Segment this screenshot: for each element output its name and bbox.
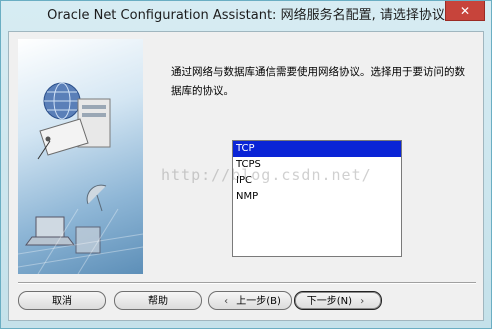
separator	[18, 282, 476, 284]
network-server-illustration	[18, 39, 143, 274]
cancel-label: 取消	[52, 296, 72, 307]
illustration-svg	[18, 82, 143, 274]
help-label: 帮助	[148, 296, 168, 307]
protocol-item-tcp[interactable]: TCP	[233, 141, 401, 157]
window-title: Oracle Net Configuration Assistant: 网络服务…	[47, 8, 445, 23]
watermark-text: http://blog.csdn.net/	[161, 166, 372, 184]
close-icon: ✕	[459, 4, 471, 18]
back-label: 上一步(B)	[236, 296, 281, 307]
protocol-list[interactable]: TCP TCPS IPC NMP	[232, 140, 402, 257]
cancel-button[interactable]: 取消	[18, 291, 106, 310]
protocol-item-nmp[interactable]: NMP	[233, 189, 401, 205]
chevron-right-icon: ›	[360, 296, 365, 307]
computer-icon	[35, 216, 65, 238]
protocol-description: 通过网络与数据库通信需要使用网络协议。选择用于要访问的数据库的协议。	[171, 66, 465, 97]
dialog-window: Oracle Net Configuration Assistant: 网络服务…	[0, 0, 492, 329]
back-button[interactable]: ‹ 上一步(B)	[208, 291, 292, 310]
next-button[interactable]: 下一步(N) ›	[294, 291, 382, 310]
title-bar: Oracle Net Configuration Assistant: 网络服务…	[1, 1, 491, 30]
next-label: 下一步(N)	[306, 296, 353, 307]
chevron-left-icon: ‹	[224, 296, 229, 307]
satellite-dish-icon	[86, 184, 107, 205]
help-button[interactable]: 帮助	[114, 291, 202, 310]
close-button[interactable]: ✕	[445, 1, 485, 21]
